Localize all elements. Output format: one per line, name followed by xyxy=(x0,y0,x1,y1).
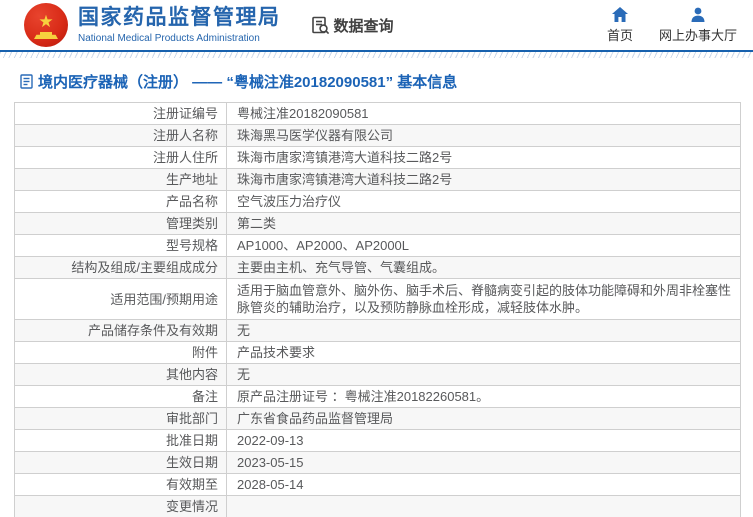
row-value: 2022-09-13 xyxy=(226,429,741,452)
table-row: 注册证编号 粤械注准20182090581 xyxy=(14,102,741,125)
row-label: 产品名称 xyxy=(14,190,227,213)
header-right-nav: 首页 网上办事大厅 xyxy=(606,6,737,44)
table-row: 审批部门 广东省食品药品监督管理局 xyxy=(14,407,741,430)
table-row: 产品名称 空气波压力治疗仪 xyxy=(14,190,741,213)
row-label: 注册证编号 xyxy=(14,102,227,125)
agency-brand: ★ 国家药品监督管理局 National Medical Products Ad… xyxy=(24,3,281,47)
row-value: 广东省食品药品监督管理局 xyxy=(226,407,741,430)
row-value: 珠海市唐家湾镇港湾大道科技二路2号 xyxy=(226,168,741,191)
row-value xyxy=(226,495,741,517)
row-label: 结构及组成/主要组成成分 xyxy=(14,256,227,279)
agency-title-en: National Medical Products Administration xyxy=(78,32,260,44)
row-label: 变更情况 xyxy=(14,495,227,517)
row-label: 其他内容 xyxy=(14,363,227,386)
row-label: 生效日期 xyxy=(14,451,227,474)
document-icon xyxy=(20,74,33,89)
row-label: 产品储存条件及有效期 xyxy=(14,319,227,342)
table-row: 附件 产品技术要求 xyxy=(14,341,741,364)
table-row: 变更情况 xyxy=(14,495,741,517)
site-header: ★ 国家药品监督管理局 National Medical Products Ad… xyxy=(0,0,753,50)
row-value: 2028-05-14 xyxy=(226,473,741,496)
nav-home-label: 首页 xyxy=(606,27,633,43)
info-table-body: 注册证编号 粤械注准20182090581 注册人名称 珠海黑马医学仪器有限公司 注册人… xyxy=(14,102,741,517)
data-query-label: 数据查询 xyxy=(333,17,394,35)
row-value: 适用于脑血管意外、脑外伤、脑手术后、脊髓病变引起的肢体功能障碍和外周非栓塞性脉管… xyxy=(226,278,741,320)
row-label: 批准日期 xyxy=(14,429,227,452)
row-value: 原产品注册证号 ：粤械注准20182260581。 xyxy=(226,385,741,408)
nav-service-hall-label: 网上办事大厅 xyxy=(658,27,737,43)
row-label: 管理类别 xyxy=(14,212,227,235)
nav-data-query[interactable]: 数据查询 xyxy=(311,15,394,36)
row-value: 2023-05-15 xyxy=(226,451,741,474)
agency-title-cn: 国家药品监督管理局 xyxy=(78,6,281,30)
row-label: 型号规格 xyxy=(14,234,227,257)
row-label: 审批部门 xyxy=(14,407,227,430)
emblem-star-icon: ★ xyxy=(38,11,54,31)
document-search-icon xyxy=(311,16,329,34)
home-icon xyxy=(611,6,628,22)
table-row: 注册人住所 珠海市唐家湾镇港湾大道科技二路2号 xyxy=(14,146,741,169)
table-row: 生产地址 珠海市唐家湾镇港湾大道科技二路2号 xyxy=(14,168,741,191)
table-row: 适用范围/预期用途 适用于脑血管意外、脑外伤、脑手术后、脊髓病变引起的肢体功能障碍… xyxy=(14,278,741,320)
user-icon xyxy=(691,7,705,22)
row-value: AP1000、AP2000、AP2000L xyxy=(226,234,741,257)
china-national-emblem-logo: ★ xyxy=(24,3,68,47)
row-label: 适用范围/预期用途 xyxy=(14,278,227,320)
table-row: 注册人名称 珠海黑马医学仪器有限公司 xyxy=(14,124,741,147)
row-label: 注册人名称 xyxy=(14,124,227,147)
table-row: 型号规格 AP1000、AP2000、AP2000L xyxy=(14,234,741,257)
row-label: 有效期至 xyxy=(14,473,227,496)
row-value: 无 xyxy=(226,319,741,342)
row-value: 主要由主机、充气导管、气囊组成。 xyxy=(226,256,741,279)
nav-service-hall[interactable]: 网上办事大厅 xyxy=(659,7,737,44)
breadcrumb: 境内医疗器械（注册） —— “粤械注准20182090581” 基本信息 xyxy=(0,58,753,102)
page-title: 境内医疗器械（注册） —— “粤械注准20182090581” 基本信息 xyxy=(38,74,458,91)
row-label: 注册人住所 xyxy=(14,146,227,169)
table-row: 管理类别 第二类 xyxy=(14,212,741,235)
row-value: 珠海市唐家湾镇港湾大道科技二路2号 xyxy=(226,146,741,169)
row-value: 产品技术要求 xyxy=(226,341,741,364)
row-value: 无 xyxy=(226,363,741,386)
row-label: 附件 xyxy=(14,341,227,364)
info-table: 注册证编号 粤械注准20182090581 注册人名称 珠海黑马医学仪器有限公司 注册人… xyxy=(14,102,741,517)
row-value: 粤械注准20182090581 xyxy=(226,102,741,125)
table-row: 产品储存条件及有效期无 xyxy=(14,319,741,342)
table-row: 批准日期 2022-09-13 xyxy=(14,429,741,452)
agency-title-block: 国家药品监督管理局 National Medical Products Admi… xyxy=(78,6,281,43)
table-row: 有效期至 2028-05-14 xyxy=(14,473,741,496)
table-row: 生效日期 2023-05-15 xyxy=(14,451,741,474)
row-label: 备注 xyxy=(14,385,227,408)
row-value: 第二类 xyxy=(226,212,741,235)
row-value: 珠海黑马医学仪器有限公司 xyxy=(226,124,741,147)
nav-home[interactable]: 首页 xyxy=(606,6,633,44)
row-label: 生产地址 xyxy=(14,168,227,191)
row-value: 空气波压力治疗仪 xyxy=(226,190,741,213)
table-row: 其他内容无 xyxy=(14,363,741,386)
table-row: 备注 原产品注册证号 ：粤械注准20182260581。 xyxy=(14,385,741,408)
table-row: 结构及组成/主要组成成分 主要由主机、充气导管、气囊组成。 xyxy=(14,256,741,279)
